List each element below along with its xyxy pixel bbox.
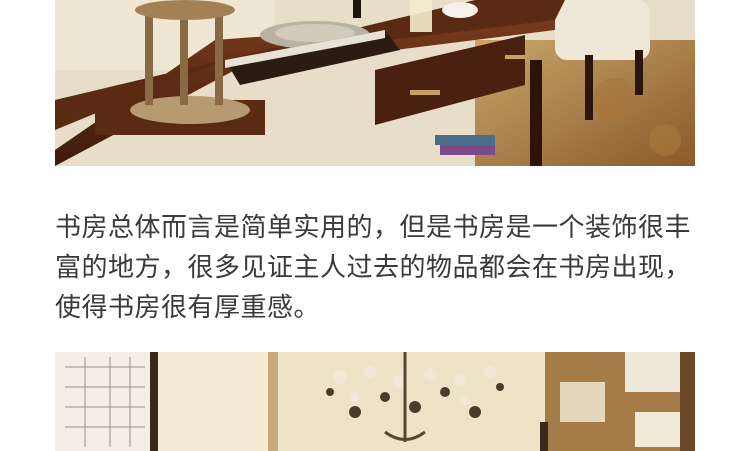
study-chandelier-photo — [55, 352, 695, 451]
study-chandelier-illustration — [55, 352, 695, 451]
study-table-photo — [55, 0, 695, 166]
study-table-illustration — [55, 0, 695, 166]
article-page: 书房总体而言是简单实用的，但是书房是一个装饰很丰富的地方，很多见证主人过去的物品… — [0, 0, 750, 451]
article-paragraph: 书房总体而言是简单实用的，但是书房是一个装饰很丰富的地方，很多见证主人过去的物品… — [55, 213, 692, 323]
